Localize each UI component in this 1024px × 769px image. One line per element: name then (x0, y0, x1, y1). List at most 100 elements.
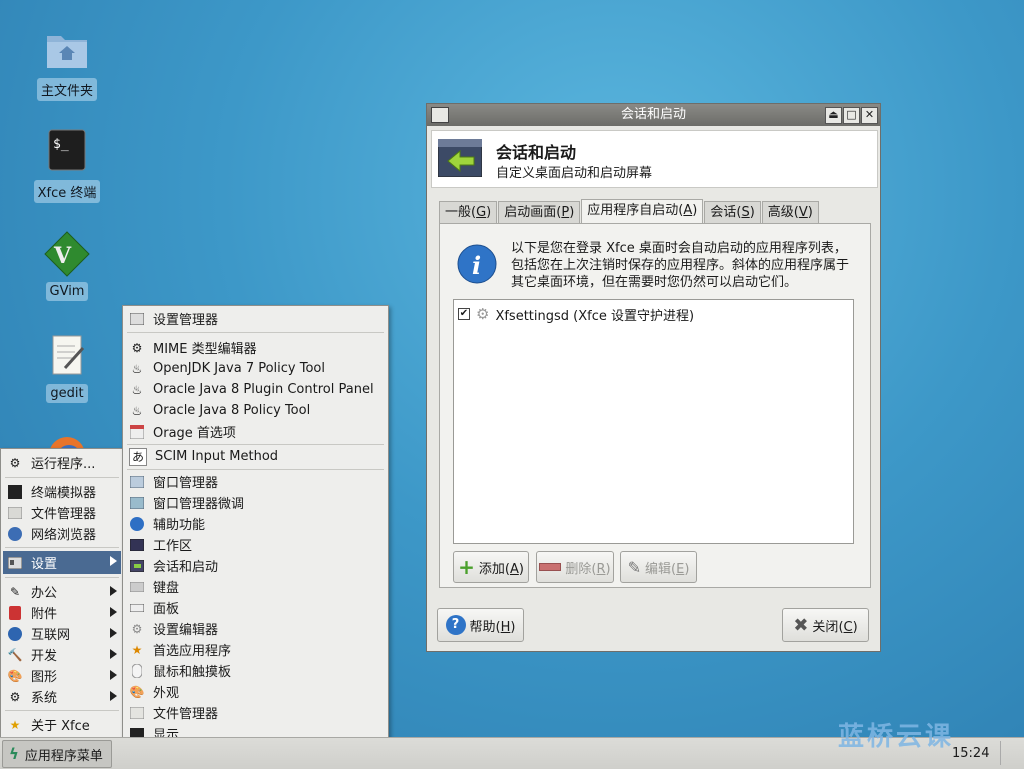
submenu-item-window-manager[interactable]: 窗口管理器 (125, 471, 386, 492)
panel-clock[interactable]: 15:24 (952, 746, 989, 761)
submenu-arrow-icon (110, 607, 117, 617)
submenu-item-wm-tweaks[interactable]: 窗口管理器微调 (125, 492, 386, 513)
tab-mnemonic: P (561, 205, 570, 220)
panel-handle[interactable] (1000, 741, 1021, 765)
menu-item-graphics[interactable]: 🎨 图形 (3, 665, 121, 686)
desktop-icon-gvim[interactable]: V GVim (32, 230, 102, 301)
desktop-icon-label: GVim (45, 282, 89, 301)
menu-item-development[interactable]: 🔨 开发 (3, 644, 121, 665)
keyboard-icon (129, 579, 145, 595)
session-icon (437, 138, 483, 181)
submenu-item-label: 窗口管理器微调 (153, 497, 245, 512)
menu-item-settings[interactable]: 设置 (3, 551, 121, 574)
menu-item-label: 关于 Xfce (31, 719, 90, 734)
mouse-icon (129, 663, 145, 679)
tab-advanced[interactable]: 高级(V) (761, 201, 819, 224)
tab-mnemonic: G (476, 205, 487, 220)
submenu-arrow-icon (110, 649, 117, 659)
remove-icon (539, 563, 562, 571)
tab-session[interactable]: 会话(S) (704, 201, 761, 224)
edit-button[interactable]: ✎ 编辑(E) (620, 551, 697, 583)
submenu-item-file-manager[interactable]: 文件管理器 (125, 702, 386, 723)
menu-item-file-manager[interactable]: 文件管理器 (3, 502, 121, 523)
add-button[interactable]: + 添加(A) (453, 551, 529, 583)
tab-label: 会话 (710, 205, 737, 220)
menu-separator (127, 444, 384, 445)
gedit-icon (43, 332, 91, 380)
menu-item-system[interactable]: ⚙ 系统 (3, 686, 121, 707)
submenu-item-session-startup[interactable]: 会话和启动 (125, 555, 386, 576)
menu-item-label: 开发 (31, 649, 58, 664)
remove-button[interactable]: 删除(R) (536, 551, 614, 583)
submenu-item-accessibility[interactable]: 辅助功能 (125, 513, 386, 534)
submenu-item-java-policy-tool[interactable]: ♨ Oracle Java 8 Policy Tool (125, 400, 386, 421)
submenu-item-workspaces[interactable]: 工作区 (125, 534, 386, 555)
shade-button[interactable]: ⏏ (825, 107, 842, 124)
submenu-item-label: Oracle Java 8 Plugin Control Panel (153, 382, 374, 397)
menu-item-label: 网络浏览器 (31, 528, 97, 543)
menu-separator (5, 477, 119, 478)
submenu-item-mime-editor[interactable]: ⚙ MIME 类型编辑器 (125, 337, 386, 358)
tab-general[interactable]: 一般(G) (439, 201, 498, 224)
menu-item-accessories[interactable]: 附件 (3, 602, 121, 623)
menu-item-internet[interactable]: 互联网 (3, 623, 121, 644)
submenu-item-scim[interactable]: あ SCIM Input Method (125, 446, 386, 467)
help-button[interactable]: ? 帮助(H) (437, 608, 524, 642)
office-icon: ✎ (9, 584, 21, 599)
pencil-icon: ✎ (627, 557, 641, 577)
terminal-icon (7, 484, 23, 500)
accessories-icon (7, 605, 23, 621)
submenu-item-openjdk-policy[interactable]: ♨ OpenJDK Java 7 Policy Tool (125, 358, 386, 379)
submenu-item-java-plugin-panel[interactable]: ♨ Oracle Java 8 Plugin Control Panel (125, 379, 386, 400)
close-icon: ✖ (793, 614, 809, 636)
desktop-icon-home[interactable]: 主文件夹 (32, 26, 102, 101)
menu-item-label: 设置 (31, 557, 58, 572)
java-icon: ♨ (131, 382, 143, 397)
menu-item-about-xfce[interactable]: ★ 关于 Xfce (3, 714, 121, 735)
window-menu-icon[interactable] (431, 107, 449, 123)
info-line: 包括您在上次注销时保存的应用程序。斜体的应用程序属于 (511, 258, 850, 273)
menu-item-terminal[interactable]: 终端模拟器 (3, 481, 121, 502)
close-window-button[interactable]: ✕ (861, 107, 878, 124)
autostart-checkbox[interactable]: ✔ (458, 308, 470, 320)
button-text: 添加 (478, 561, 505, 577)
dialog-header: 会话和启动 自定义桌面启动和启动屏幕 (431, 130, 878, 188)
menu-item-office[interactable]: ✎ 办公 (3, 581, 121, 602)
menu-separator (5, 710, 119, 711)
submenu-item-appearance[interactable]: 🎨 外观 (125, 681, 386, 702)
gear-icon: ⚙ (476, 305, 490, 323)
menu-item-run[interactable]: ⚙ 运行程序... (3, 452, 121, 473)
submenu-item-label: MIME 类型编辑器 (153, 342, 257, 357)
button-mnemonic: C (843, 619, 853, 635)
submenu-item-label: 设置管理器 (153, 313, 219, 328)
tab-label: 一般 (445, 205, 472, 220)
submenu-item-preferred-apps[interactable]: ★ 首选应用程序 (125, 639, 386, 660)
menu-item-browser[interactable]: 网络浏览器 (3, 523, 121, 544)
submenu-arrow-icon (110, 556, 117, 566)
window-titlebar[interactable]: 会话和启动 ⏏ □ ✕ (427, 104, 880, 126)
edit-button-label: 编辑(E) (645, 561, 690, 577)
submenu-arrow-icon (110, 691, 117, 701)
tab-splash[interactable]: 启动画面(P) (498, 201, 581, 224)
submenu-item-settings-editor[interactable]: ⚙ 设置编辑器 (125, 618, 386, 639)
submenu-item-keyboard[interactable]: 键盘 (125, 576, 386, 597)
submenu-item-orage[interactable]: Orage 首选项 (125, 421, 386, 442)
menu-item-label: 互联网 (31, 628, 71, 643)
maximize-button[interactable]: □ (843, 107, 860, 124)
submenu-item-settings-manager[interactable]: 设置管理器 (125, 308, 386, 329)
desktop-icon-gedit[interactable]: gedit (32, 332, 102, 403)
applications-menu-button[interactable]: ϟ 应用程序菜单 (2, 740, 112, 768)
desktop-icon-terminal[interactable]: $_ Xfce 终端 (32, 128, 102, 203)
tab-bar: 一般(G) 启动画面(P) 应用程序自启动(A) 会话(S) 高级(V) (439, 199, 820, 224)
tab-autostart[interactable]: 应用程序自启动(A) (581, 199, 704, 224)
close-button[interactable]: ✖ 关闭(C) (782, 608, 869, 642)
add-button-label: 添加(A) (478, 561, 524, 577)
submenu-item-mouse[interactable]: 鼠标和触摸板 (125, 660, 386, 681)
accessibility-icon (129, 516, 145, 532)
workspace-icon (129, 537, 145, 553)
list-item[interactable]: ✔ ⚙ Xfsettingsd (Xfce 设置守护进程) (458, 305, 694, 324)
menu-item-label: 系统 (31, 691, 58, 706)
appearance-icon: 🎨 (129, 684, 145, 699)
autostart-list[interactable]: ✔ ⚙ Xfsettingsd (Xfce 设置守护进程) (453, 299, 854, 544)
submenu-item-panel[interactable]: 面板 (125, 597, 386, 618)
